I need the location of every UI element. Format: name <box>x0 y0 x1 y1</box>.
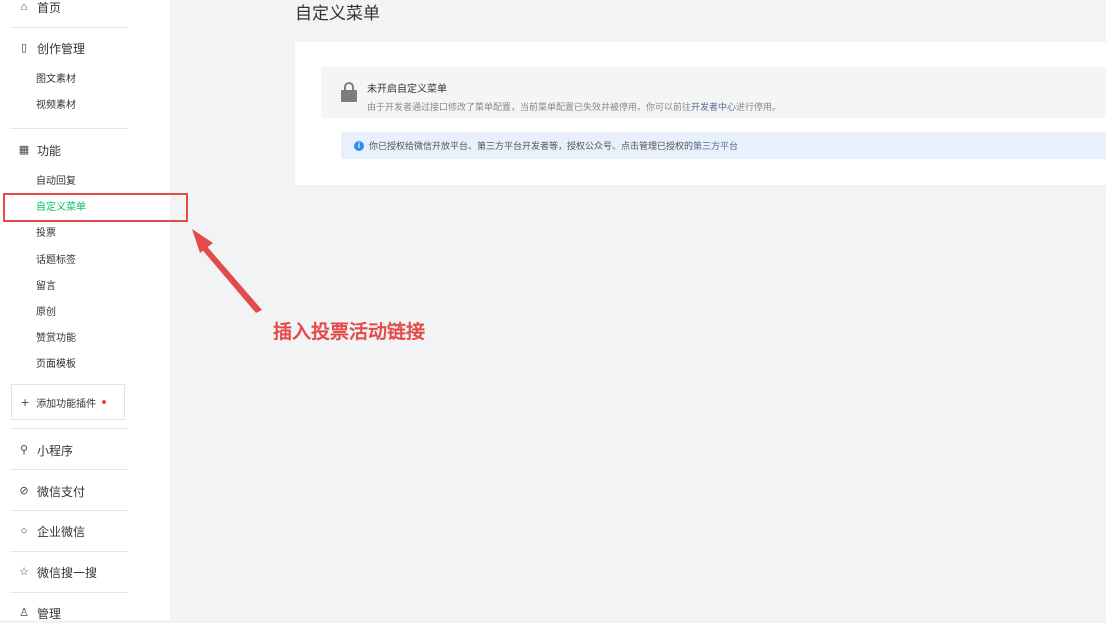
annotation-arrow <box>192 229 262 313</box>
annotation-text: 插入投票活动链接 <box>273 322 426 343</box>
